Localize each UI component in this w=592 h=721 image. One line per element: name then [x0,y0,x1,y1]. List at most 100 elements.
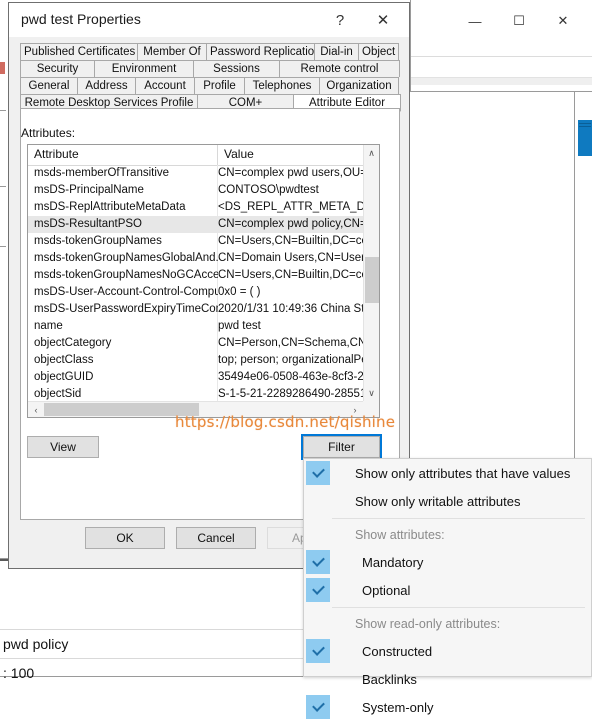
menu-item-backlinks[interactable]: Backlinks [304,665,591,693]
cell-attribute: objectSid [34,388,82,400]
table-row[interactable]: msDS-UserPasswordExpiryTimeCom... 2020/1/… [28,301,363,318]
maximize-icon[interactable]: ☐ [499,8,539,34]
help-icon[interactable]: ? [323,7,357,33]
cell-attribute: msds-tokenGroupNamesGlobalAnd... [34,252,218,264]
cell-value: CN=complex pwd policy,CN=F [218,218,363,230]
menu-item-constructed[interactable]: Constructed [304,637,591,665]
cell-value: pwd test [218,320,261,332]
menu-item-label: Show only writable attributes [355,493,521,509]
minimize-icon[interactable]: — [455,8,495,34]
cancel-button[interactable]: Cancel [176,527,256,549]
cell-attribute: msDS-User-Account-Control-Comput... [34,286,218,298]
background-window-subbar [411,57,592,79]
background-window-bottom[interactable]: pwd policy : 100 [0,558,304,681]
checkmark-icon [306,639,330,663]
background-window-right[interactable]: — ☐ ✕ [410,0,592,92]
cell-attribute: objectClass [34,354,94,366]
scroll-left-icon[interactable]: ‹ [28,402,44,417]
checkmark-icon [306,550,330,574]
view-button[interactable]: View [27,436,99,458]
table-row[interactable]: objectSid S-1-5-21-2289286490-285517 [28,386,363,401]
menu-item-mandatory[interactable]: Mandatory [304,548,591,576]
menu-item-show-only-writable-attributes[interactable]: Show only writable attributes [304,487,591,515]
table-row-selected[interactable]: msDS-ResultantPSO CN=complex pwd policy,C… [28,216,363,233]
tab-member-of[interactable]: Member Of [137,43,207,60]
close-icon[interactable]: ✕ [365,7,401,33]
tab-environment[interactable]: Environment [94,60,194,77]
menu-item-label: Mandatory [362,554,424,570]
scroll-down-icon[interactable]: ∨ [364,385,379,401]
ok-button[interactable]: OK [85,527,165,549]
menu-group-label: Show attributes: [355,528,445,542]
tab-row-3: General Address Account Profile Telephon… [20,77,400,94]
cell-attribute: msDS-UserPasswordExpiryTimeCom... [34,303,218,315]
table-row[interactable]: msds-tokenGroupNamesNoGCAcce... CN=Users,… [28,267,363,284]
cell-value: 0x0 = ( ) [218,286,261,298]
tab-telephones[interactable]: Telephones [244,77,320,94]
cell-value: CN=Domain Users,CN=Users, [218,252,363,264]
watermark: https://blog.csdn.net/qishine [175,413,396,431]
tab-strip: Published Certificates Member Of Passwor… [20,43,401,112]
cell-attribute: objectCategory [34,337,112,349]
menu-group-show-attributes: Show attributes: [304,522,591,548]
table-row[interactable]: objectClass top; person; organizationalPe… [28,352,363,369]
tab-account[interactable]: Account [135,77,195,94]
tab-published-certificates[interactable]: Published Certificates [20,43,138,60]
tab-object[interactable]: Object [358,43,399,60]
menu-group-show-read-only-attributes: Show read-only attributes: [304,611,591,637]
vertical-scrollbar[interactable]: ∧ ∨ [363,145,379,401]
tab-general[interactable]: General [20,77,78,94]
tab-password-replication[interactable]: Password Replication [206,43,315,60]
tab-remote-control[interactable]: Remote control [279,60,400,77]
table-row[interactable]: name pwd test [28,318,363,335]
menu-item-optional[interactable]: Optional [304,576,591,604]
tab-address[interactable]: Address [77,77,136,94]
cell-attribute: msDS-ResultantPSO [34,218,143,230]
attributes-list-header: Attribute Value [28,145,379,166]
background-row-pwd-policy: pwd policy [0,629,303,657]
tab-sessions[interactable]: Sessions [193,60,280,77]
table-row[interactable]: msds-tokenGroupNamesGlobalAnd... CN=Domai… [28,250,363,267]
checkmark-icon [306,461,330,485]
cell-attribute: msDS-ReplAttributeMetaData [34,201,186,213]
cell-value: CONTOSO\pwdtest [218,184,319,196]
column-header-value[interactable]: Value [218,145,365,165]
table-row[interactable]: msDS-User-Account-Control-Comput... 0x0 =… [28,284,363,301]
cell-value: CN=Person,CN=Schema,CN= [218,337,363,349]
desktop-red-sliver [0,62,5,74]
menu-item-system-only[interactable]: System-only [304,693,591,721]
vertical-scrollbar-thumb[interactable] [365,257,379,303]
cell-value: <DS_REPL_ATTR_META_D, [218,201,363,213]
tab-dial-in[interactable]: Dial-in [314,43,359,60]
background-row-value: : 100 [0,658,303,686]
table-row[interactable]: msDS-ReplAttributeMetaData <DS_REPL_ATTR_… [28,199,363,216]
checkmark-icon-empty [306,667,330,691]
tab-security[interactable]: Security [20,60,95,77]
attributes-list[interactable]: Attribute Value msds-memberOfTransitive C… [27,144,380,418]
menu-item-label: Optional [362,582,411,598]
cell-value: CN=Users,CN=Builtin,DC=con [218,235,363,247]
tab-profile[interactable]: Profile [194,77,245,94]
table-row[interactable]: objectGUID 35494e06-0508-463e-8cf3-29 [28,369,363,386]
cell-value: top; person; organizationalPer [218,354,363,366]
cell-attribute: msds-memberOfTransitive [34,167,170,179]
filter-button[interactable]: Filter [303,436,380,458]
close-icon[interactable]: ✕ [543,8,583,34]
menu-item-show-only-attributes-with-values[interactable]: Show only attributes that have values [304,459,591,487]
table-row[interactable]: msDS-PrincipalName CONTOSO\pwdtest [28,182,363,199]
cell-attribute: msDS-PrincipalName [34,184,144,196]
table-row[interactable]: msds-tokenGroupNames CN=Users,CN=Builtin,… [28,233,363,250]
background-list-selected-item[interactable] [578,120,592,156]
menu-item-label: Backlinks [362,671,417,687]
scroll-up-icon[interactable]: ∧ [364,145,379,161]
table-row[interactable]: objectCategory CN=Person,CN=Schema,CN= [28,335,363,352]
column-header-attribute[interactable]: Attribute [28,145,218,165]
desktop-edge-line [0,246,6,247]
menu-group-label: Show read-only attributes: [355,617,501,631]
table-row[interactable]: msds-memberOfTransitive CN=complex pwd us… [28,165,363,182]
tab-row-2: Security Environment Sessions Remote con… [20,60,400,77]
cell-attribute: objectGUID [34,371,94,383]
attributes-rows: msds-memberOfTransitive CN=complex pwd us… [28,165,363,401]
tab-organization[interactable]: Organization [319,77,399,94]
cell-attribute: msds-tokenGroupNames [34,235,162,247]
